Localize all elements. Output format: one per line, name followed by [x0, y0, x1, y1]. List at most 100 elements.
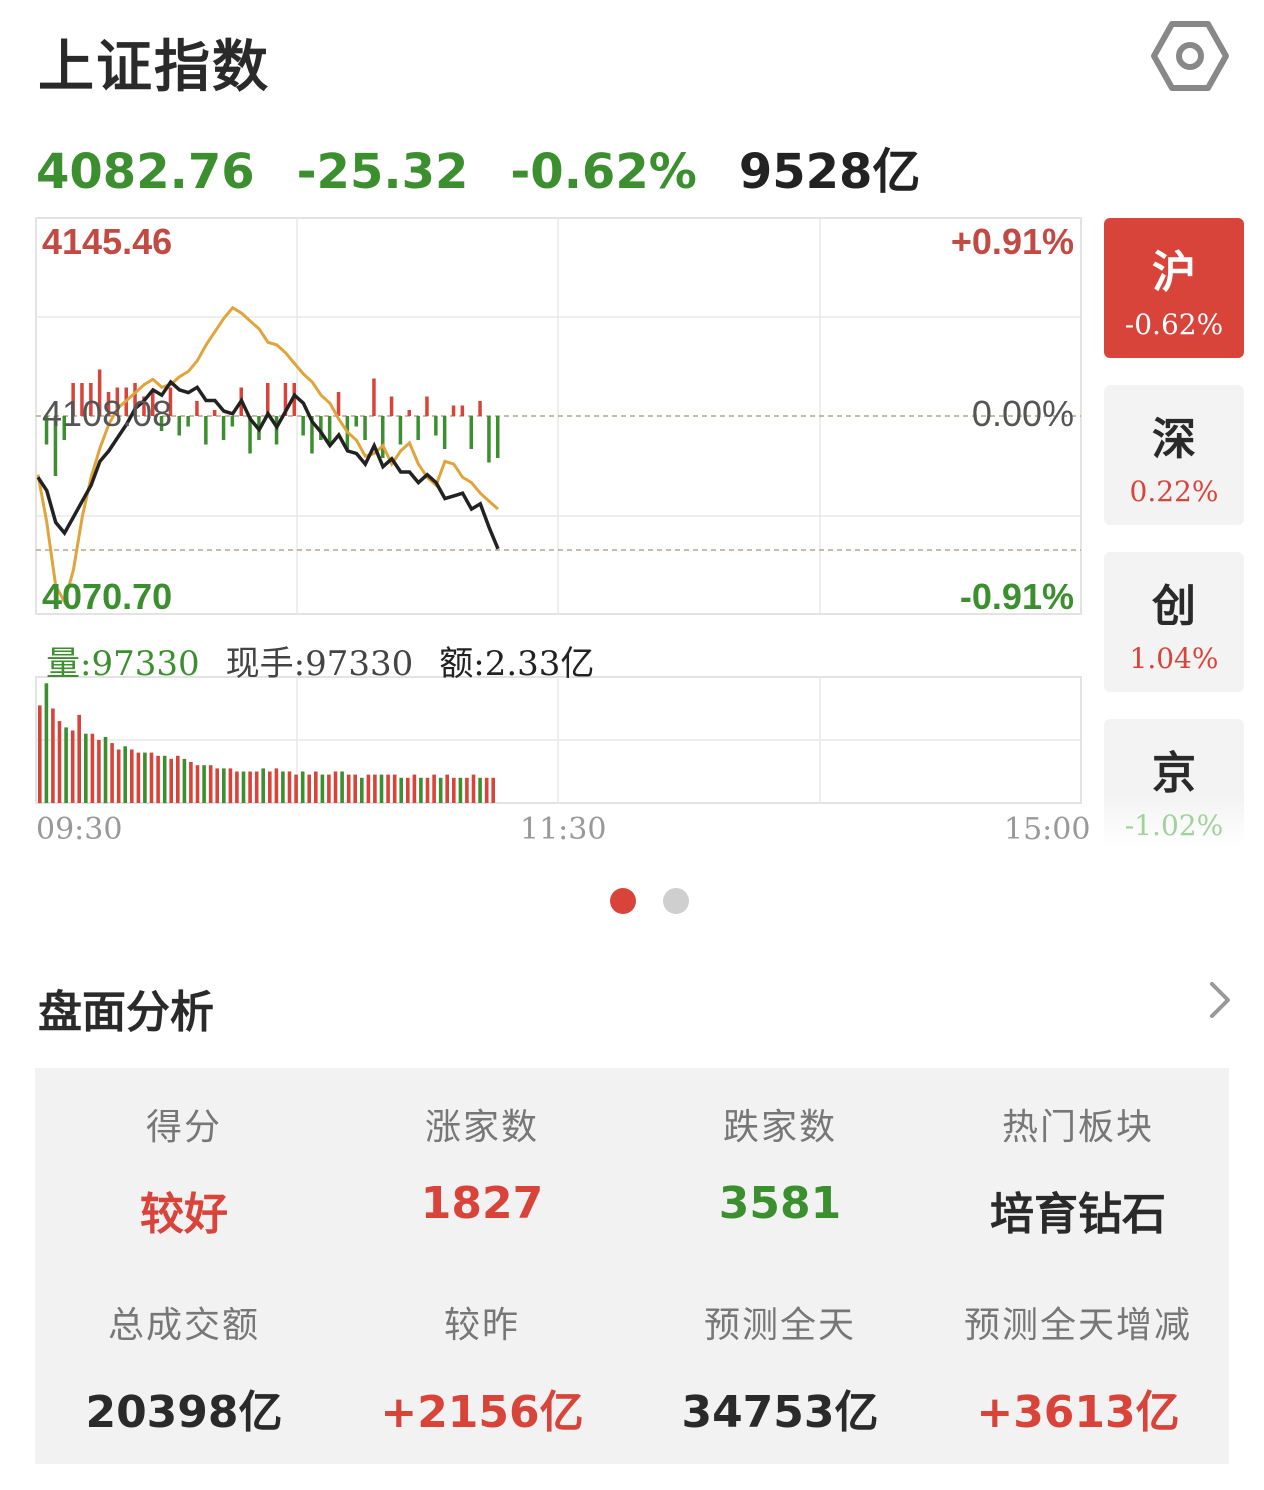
analysis-cell-total-turnover[interactable]: 总成交额 20398亿 [35, 1296, 333, 1440]
analysis-label: 预测全天 [703, 1305, 856, 1346]
volume-bar [346, 774, 351, 803]
price-bar [451, 405, 456, 416]
index-price: 4082.76 [36, 144, 255, 200]
analysis-value: 1827 [420, 1178, 544, 1229]
volume-bar [353, 774, 357, 803]
volume-bar [406, 777, 410, 803]
price-bar [212, 410, 217, 416]
prev-close-label: 4108.08 [42, 393, 172, 434]
price-bar [442, 416, 447, 449]
volume-bar [484, 777, 489, 803]
market-tab-cy[interactable]: 创 1.04% [1104, 552, 1244, 692]
analysis-value: 培育钻石 [990, 1189, 1166, 1240]
analysis-panel: 得分 较好 涨家数 1827 跌家数 3581 热门板块 培育钻石 总成交额 2… [35, 1068, 1229, 1464]
analysis-value: +3613亿 [976, 1387, 1180, 1438]
volume-bar [320, 774, 325, 803]
volume-bar [116, 749, 121, 803]
volume-bar [491, 777, 495, 803]
volume-bar [51, 708, 55, 803]
volume-bars [38, 683, 495, 804]
volume-bar [195, 765, 200, 803]
volume-bar [162, 755, 167, 804]
analysis-label: 涨家数 [424, 1107, 539, 1148]
price-bar [372, 378, 376, 416]
analysis-label: 得分 [145, 1107, 222, 1148]
page-dot[interactable] [663, 888, 689, 914]
price-bar [434, 416, 438, 436]
volume-bar [465, 777, 469, 803]
volume-bar [419, 777, 423, 803]
volume-bar [103, 736, 108, 804]
volume-bar [445, 774, 449, 803]
analysis-cell-score[interactable]: 得分 较好 [35, 1098, 333, 1242]
analysis-cell-forecast-change[interactable]: 预测全天增减 +3613亿 [929, 1296, 1227, 1440]
volume-bar [44, 683, 49, 803]
volume-bar [268, 771, 272, 803]
low-percent-label: -0.91% [960, 576, 1074, 617]
volume-bar [438, 777, 443, 803]
volume-bar [458, 777, 463, 803]
market-tab-sh[interactable]: 沪 -0.62% [1104, 218, 1244, 358]
section-title: 盘面分析 [38, 987, 214, 1038]
volume-bar [327, 774, 331, 803]
time-end-label: 15:00 [1004, 812, 1091, 847]
price-bar [425, 396, 429, 416]
section-more-button[interactable] [1200, 976, 1240, 1024]
analysis-cell-advancers[interactable]: 涨家数 1827 [333, 1098, 631, 1229]
analysis-cell-decliners[interactable]: 跌家数 3581 [631, 1098, 929, 1229]
volume-bar [97, 740, 101, 803]
price-bar [460, 405, 465, 416]
settings-icon [1151, 21, 1229, 91]
volume-bar [386, 774, 390, 803]
index-change-percent: -0.62% [510, 144, 697, 200]
volume-bar [261, 768, 265, 804]
index-turnover: 9528亿 [738, 144, 921, 200]
analysis-cell-vs-yesterday[interactable]: 较昨 +2156亿 [333, 1296, 631, 1440]
volume-bar [77, 714, 81, 803]
volume-bar [333, 771, 338, 803]
volume-bar [208, 765, 213, 803]
volume-bar [136, 752, 141, 803]
volume-bar [314, 771, 318, 803]
volume-bar [300, 771, 305, 803]
market-tab-pct: -1.02% [1124, 809, 1224, 842]
market-tab-bj[interactable]: 京 -1.02% [1104, 719, 1244, 847]
intraday-chart[interactable]: 4145.46 +0.91% 4108.08 0.00% 4070.70 -0.… [0, 210, 1100, 850]
volume-bar [340, 771, 344, 803]
page-indicator [610, 888, 716, 914]
volume-bar [70, 730, 75, 803]
price-bar [478, 401, 482, 416]
volume-bar [366, 774, 371, 803]
volume-bar [156, 755, 160, 804]
volume-bar [471, 774, 476, 803]
price-bar [230, 416, 235, 427]
price-bar [274, 416, 279, 445]
volume-info: 量:97330 现手:97330 额:2.33亿 [46, 636, 620, 685]
price-bar [354, 416, 358, 427]
price-bar [195, 401, 199, 416]
volume-bar [84, 733, 88, 803]
high-price-label: 4145.46 [42, 221, 172, 262]
volume-bar [143, 752, 147, 803]
price-bar [204, 416, 208, 445]
price-bar [363, 416, 367, 440]
volume-bar [379, 774, 384, 803]
volume-bar [38, 705, 42, 804]
price-bar [186, 416, 190, 427]
volume-bar [222, 768, 226, 804]
high-percent-label: +0.91% [951, 221, 1074, 262]
current-hand-label: 现手:97330 [225, 644, 414, 684]
price-bar [487, 416, 491, 463]
page-dot-active[interactable] [610, 888, 636, 914]
volume-gridlines [36, 677, 1081, 803]
analysis-value: 20398亿 [85, 1387, 283, 1438]
chevron-right-icon [1210, 982, 1230, 1018]
analysis-cell-forecast[interactable]: 预测全天 34753亿 [631, 1296, 929, 1440]
settings-button[interactable] [1150, 18, 1230, 94]
price-bar [301, 416, 305, 436]
analysis-value: 较好 [140, 1189, 228, 1240]
market-tab-sz[interactable]: 深 0.22% [1104, 385, 1244, 525]
analysis-cell-hot-sector[interactable]: 热门板块 培育钻石 [929, 1098, 1227, 1242]
price-bar [496, 416, 500, 458]
volume-bar [176, 755, 180, 804]
